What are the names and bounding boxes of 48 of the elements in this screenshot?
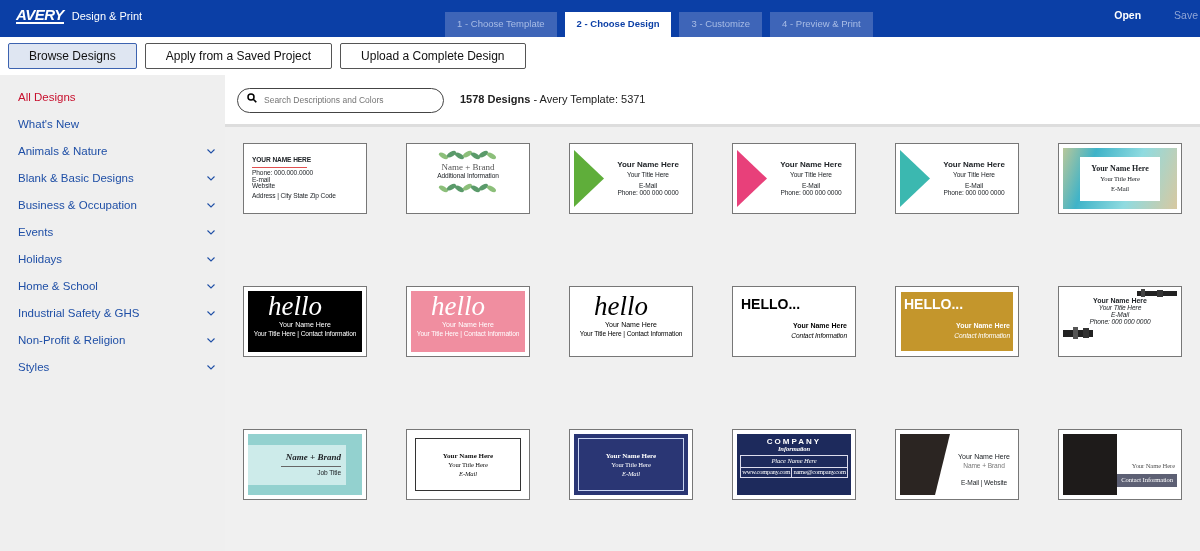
app-title: Design & Print xyxy=(71,9,143,24)
logo[interactable]: AVERY xyxy=(16,8,64,25)
design-text: Your Name Here xyxy=(1091,164,1149,174)
brush-stroke-drawing xyxy=(1137,289,1177,297)
chevron-icon xyxy=(207,149,215,154)
toolbar-button[interactable]: Open xyxy=(1114,8,1142,24)
chevron-icon xyxy=(207,311,215,316)
design-text: hello xyxy=(431,291,485,321)
category-item[interactable]: Events xyxy=(0,219,225,246)
design-text: HELLO... xyxy=(904,296,965,313)
design-text: hello xyxy=(268,291,322,321)
photo-placeholder xyxy=(1063,434,1118,495)
category-item[interactable]: What's New xyxy=(0,111,225,138)
design-text: Name + Brand xyxy=(285,451,341,462)
design-text: Name + Brand xyxy=(441,162,495,173)
chevron-icon xyxy=(207,365,215,370)
category-item[interactable]: Styles xyxy=(0,354,225,381)
photo-placeholder xyxy=(900,434,950,495)
chevron-icon xyxy=(207,284,215,289)
step-tab[interactable]: 2 - Choose Design xyxy=(564,12,672,37)
design-text: Your Name Here xyxy=(943,160,1005,170)
design-text: Your Name Here xyxy=(780,160,842,170)
source-button[interactable]: Browse Designs xyxy=(8,43,137,69)
brush-stroke-drawing xyxy=(1063,326,1093,339)
design-text: hello xyxy=(594,291,648,321)
category-item[interactable]: All Designs xyxy=(0,84,225,111)
design-text: HELLO... xyxy=(741,296,802,313)
leaf-illustration xyxy=(438,148,498,161)
design-text: Your Name Here xyxy=(617,160,679,170)
chevron-icon xyxy=(207,338,215,343)
leaf-illustration xyxy=(438,181,498,195)
result-summary: 1578 Designs - Avery Template: 5371 xyxy=(460,92,646,108)
category-item[interactable]: Home & School xyxy=(0,273,225,300)
source-button[interactable]: Upload a Complete Design xyxy=(340,43,526,69)
category-item[interactable]: Industrial Safety & GHS xyxy=(0,300,225,327)
chevron-icon xyxy=(207,203,215,208)
category-item[interactable]: Holidays xyxy=(0,246,225,273)
source-button[interactable]: Apply from a Saved Project xyxy=(144,43,333,69)
search-field[interactable]: Search Descriptions and Colors xyxy=(237,87,444,113)
design-text: COMPANY xyxy=(766,437,822,447)
chevron-icon xyxy=(207,230,215,235)
category-item[interactable]: Animals & Nature xyxy=(0,138,225,165)
category-item[interactable]: Non-Profit & Religion xyxy=(0,327,225,354)
category-item[interactable]: Blank & Basic Designs xyxy=(0,165,225,192)
category-item[interactable]: Business & Occupation xyxy=(0,192,225,219)
chevron-icon xyxy=(207,257,215,262)
search-icon xyxy=(247,93,257,104)
chevron-icon xyxy=(207,176,215,181)
